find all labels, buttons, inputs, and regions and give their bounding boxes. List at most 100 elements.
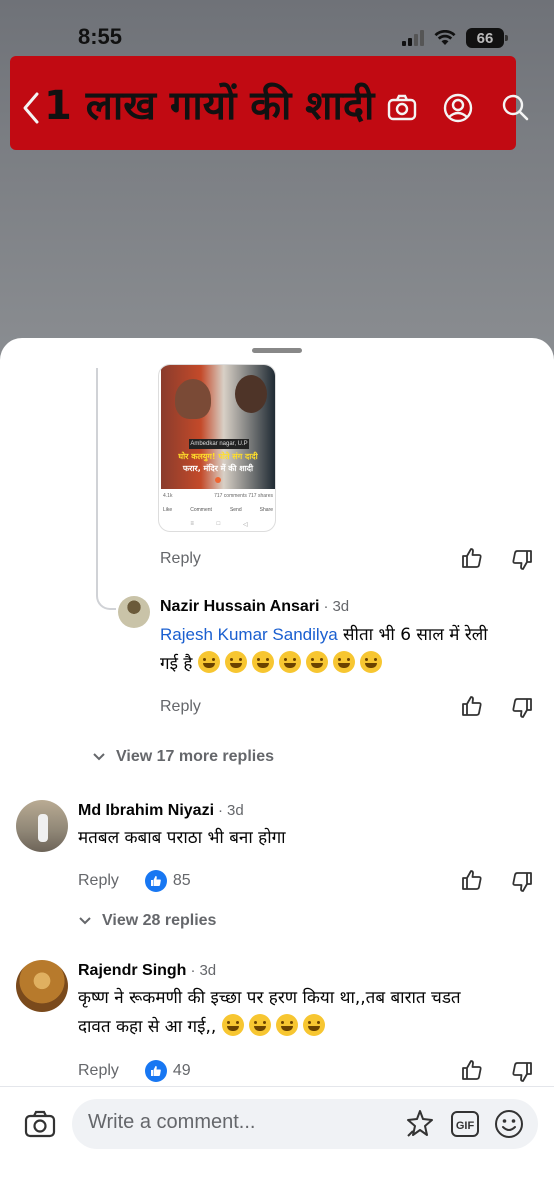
cellular-signal-icon [402,30,424,46]
avatar[interactable] [16,800,68,852]
video-background [0,0,554,360]
status-icons: 66 [402,28,508,48]
like-count: 49 [172,1062,191,1079]
thumbs-down-icon[interactable] [510,870,534,894]
reply-button[interactable]: Reply [160,550,201,568]
reply-thread-connector [96,368,116,610]
emoji-row [197,651,387,674]
comment-header: Md Ibrahim Niyazi · 3d [78,802,244,820]
comment-text-line2: दावत कहा से आ गई,, [78,1017,217,1037]
status-bar: 8:55 66 [0,22,554,52]
reply-button[interactable]: Reply [78,872,119,890]
commenter-name[interactable]: Nazir Hussain Ansari [160,598,319,616]
comment-time: 3d [227,802,244,819]
svg-text:GIF: GIF [456,1120,475,1132]
chevron-down-icon [93,753,105,761]
like-reaction-icon [144,1060,167,1082]
thumbs-up-icon[interactable] [460,868,484,892]
comment-composer: GIF [0,1086,554,1200]
chevron-down-icon [79,917,91,925]
video-title-text: 1 लाख गायों की शादी [44,82,375,129]
comment-input-container: GIF [72,1099,538,1149]
attachment-send: Send [229,507,242,513]
status-time: 8:55 [78,24,123,49]
attachment-nav-bar: ≡ □ ◁ [190,521,248,528]
video-title-banner: 1 लाख गायों की शादी [10,56,516,150]
attachment-location-tag: Ambedkar nagar, U.P [189,439,249,449]
comment-actions: Reply 49 [78,1060,191,1082]
sticker-icon[interactable] [404,1108,436,1140]
comment-header: Nazir Hussain Ansari · 3d [160,598,350,616]
smiling-emoji-icon [248,1014,271,1036]
commenter-name[interactable]: Md Ibrahim Niyazi [78,802,214,820]
attachment-like: Like [163,507,173,513]
thumbs-up-icon[interactable] [460,546,484,570]
comment-text: मतबल कबाब पराठा भी बना होगा [78,828,286,848]
grinning-emoji-icon [359,651,382,673]
grinning-emoji-icon [251,651,274,673]
comment-input[interactable] [88,1111,388,1134]
attachment-actions: Like Comment Send Share [163,507,273,513]
like-count: 85 [172,872,191,889]
thumbs-down-icon[interactable] [510,548,534,572]
camera-icon[interactable] [386,92,418,124]
comment-attachment-image[interactable]: Ambedkar nagar, U.P घोर कलयुग! पोते संग … [158,364,276,532]
comment-text-line1: कृष्ण ने रूकमणी की इच्छा पर हरण किया था,… [78,988,461,1008]
attachment-stats: 4.1k 717 comments 717 shares [163,493,273,499]
back-arrow-icon[interactable] [22,90,40,126]
attachment-caption-2: फरार, मंदिर में की शादी [182,464,254,473]
profile-icon[interactable] [442,92,474,124]
relieved-emoji-icon [302,1014,325,1036]
thumbs-up-icon[interactable] [460,694,484,718]
comment-time: 3d [199,962,217,979]
comment-text: Rajesh Kumar Sandilya सीता भी 6 साल में … [160,620,540,679]
grinning-emoji-icon [278,651,301,673]
smiling-emoji-icon [221,1014,244,1036]
attachment-caption-1: घोर कलयुग! पोते संग दादी [178,452,258,461]
grinning-emoji-icon [197,651,220,673]
gif-icon[interactable]: GIF [450,1110,480,1138]
thumbs-down-icon[interactable] [510,1060,534,1084]
attachment-reactions: 4.1k [163,493,173,499]
reply-button[interactable]: Reply [160,698,201,716]
view-replies[interactable]: View 28 replies [78,912,216,930]
battery-icon: 66 [466,28,508,48]
comment-text-line1: सीता भी 6 साल में रेली [337,625,488,645]
like-reaction-icon [144,870,167,892]
reply-button[interactable]: Reply [78,1062,119,1080]
comment-time: 3d [332,598,350,615]
comments-sheet: Ambedkar nagar, U.P घोर कलयुग! पोते संग … [0,338,554,1200]
mention-link[interactable]: Rajesh Kumar Sandilya [160,625,338,644]
avatar[interactable] [118,596,150,628]
attachment-person-right [235,375,267,413]
attachment-comments: 717 comments [214,493,247,499]
view-replies-label: View 28 replies [102,912,217,929]
comment-header: Rajendr Singh · 3d [78,962,217,980]
view-more-replies[interactable]: View 17 more replies [92,748,274,766]
grinning-emoji-icon [224,651,247,673]
reaction-summary[interactable]: 49 [144,1060,191,1082]
attachment-share: Share [259,507,273,513]
thumbs-down-icon[interactable] [510,696,534,720]
attachment-shares: 717 shares [248,493,273,499]
thumbs-up-icon[interactable] [460,1058,484,1082]
avatar[interactable] [16,960,68,1012]
commenter-name[interactable]: Rajendr Singh [78,962,186,980]
reaction-summary[interactable]: 85 [144,870,191,892]
attachment-comment: Comment [190,507,212,513]
comment-text-line2: गई है [160,654,193,674]
battery-level: 66 [476,29,494,47]
comment-actions: Reply 85 [78,870,191,892]
view-more-label: View 17 more replies [116,748,275,765]
smiling-emoji-icon [275,1014,298,1036]
grinning-emoji-icon [305,651,328,673]
wifi-icon [434,30,456,45]
sheet-drag-handle[interactable] [252,348,302,353]
search-icon[interactable] [500,92,530,122]
attachment-progress-dot [215,477,221,483]
attachment-person-left [175,379,211,419]
emoji-icon[interactable] [494,1109,524,1139]
camera-icon[interactable] [24,1109,56,1139]
grinning-emoji-icon [332,651,355,673]
comment-text: कृष्ण ने रूकमणी की इच्छा पर हरण किया था,… [78,984,538,1042]
